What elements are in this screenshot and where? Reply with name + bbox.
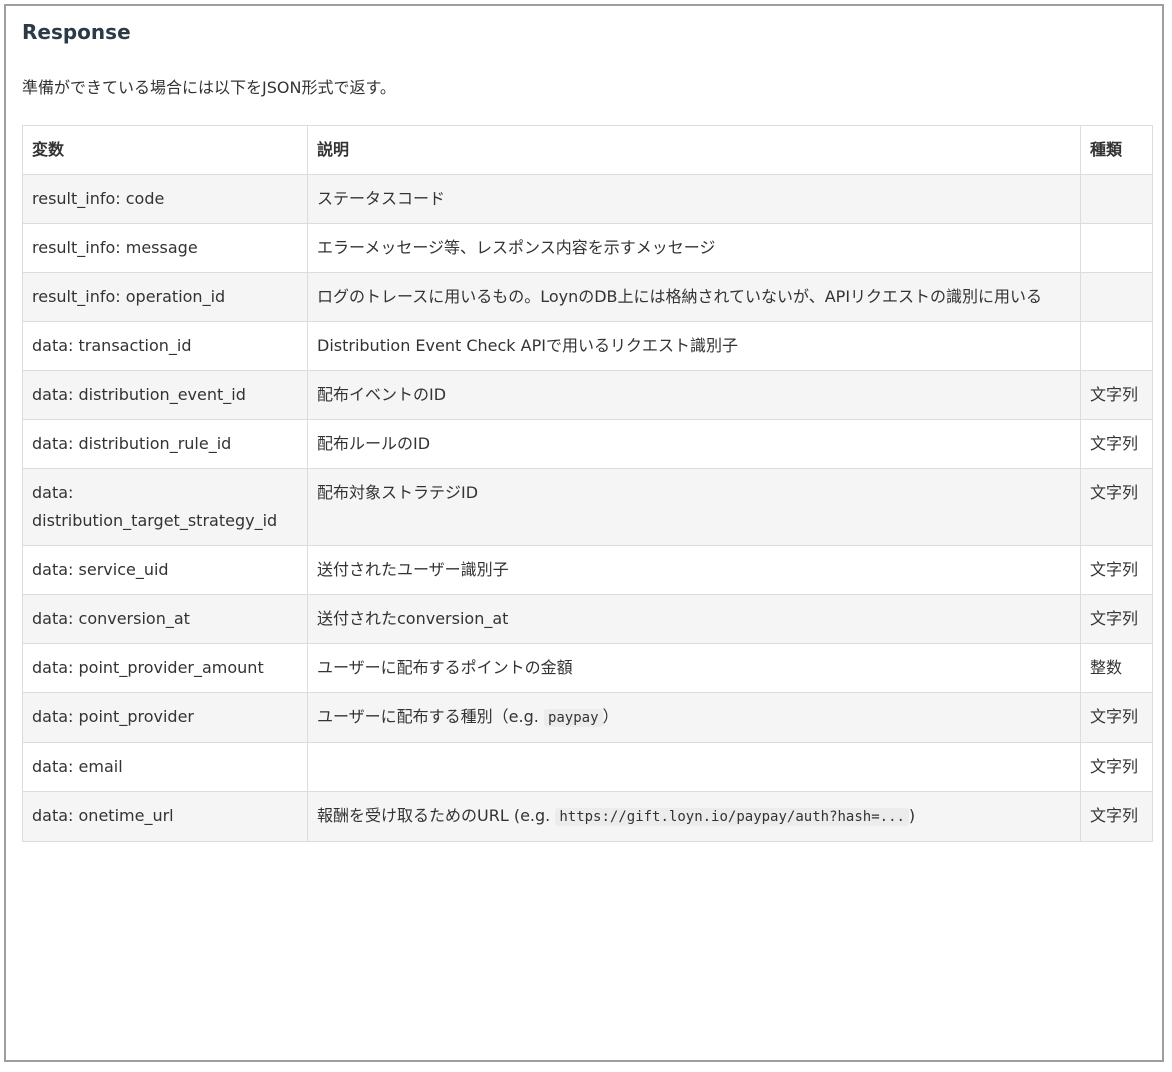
header-variable: 変数 xyxy=(22,125,308,175)
cell-variable: data: transaction_id xyxy=(22,321,308,371)
table-row: data: service_uid 送付されたユーザー識別子 文字列 xyxy=(22,545,1153,595)
table-row: data: point_provider ユーザーに配布する種別（e.g. pay… xyxy=(22,692,1153,743)
description-suffix: ) xyxy=(908,806,916,825)
cell-type xyxy=(1080,272,1153,322)
table-row: data: point_provider_amount ユーザーに配布するポイント… xyxy=(22,643,1153,693)
inline-code: https://gift.loyn.io/paypay/auth?hash=..… xyxy=(555,808,909,826)
table-row: data: distribution_event_id 配布イベントのID 文字列 xyxy=(22,370,1153,420)
cell-description: 報酬を受け取るためのURL (e.g. https://gift.loyn.io… xyxy=(307,791,1081,842)
description-text: 配布ルールのID xyxy=(317,434,431,453)
cell-type: 整数 xyxy=(1080,643,1153,693)
description-text: ユーザーに配布するポイントの金額 xyxy=(317,658,573,677)
cell-description: 配布ルールのID xyxy=(307,419,1081,469)
description-text: 報酬を受け取るためのURL (e.g. xyxy=(317,806,556,825)
cell-variable: result_info: code xyxy=(22,174,308,224)
table-row: result_info: message エラーメッセージ等、レスポンス内容を示す… xyxy=(22,223,1153,273)
description-text: 配布イベントのID xyxy=(317,385,447,404)
cell-description: ユーザーに配布するポイントの金額 xyxy=(307,643,1081,693)
table-row: data: distribution_target_strategy_id 配布対… xyxy=(22,468,1153,546)
cell-variable: data: conversion_at xyxy=(22,594,308,644)
table-row: data: onetime_url 報酬を受け取るためのURL (e.g. htt… xyxy=(22,791,1153,842)
table-row: data: transaction_id Distribution Event C… xyxy=(22,321,1153,371)
description-text: ユーザーに配布する種別（e.g. xyxy=(317,707,544,726)
table-row: data: distribution_rule_id 配布ルールのID 文字列 xyxy=(22,419,1153,469)
cell-type: 文字列 xyxy=(1080,468,1153,546)
cell-variable: data: distribution_rule_id xyxy=(22,419,308,469)
table-row: result_info: code ステータスコード xyxy=(22,174,1153,224)
cell-description: 送付されたconversion_at xyxy=(307,594,1081,644)
cell-description: Distribution Event Check APIで用いるリクエスト識別子 xyxy=(307,321,1081,371)
header-description: 説明 xyxy=(307,125,1081,175)
response-panel: Response 準備ができている場合には以下をJSON形式で返す。 変数 説明… xyxy=(4,4,1164,1062)
table-body: result_info: code ステータスコード result_info: me… xyxy=(22,174,1153,842)
cell-description: エラーメッセージ等、レスポンス内容を示すメッセージ xyxy=(307,223,1081,273)
description-text: 送付されたユーザー識別子 xyxy=(317,560,509,579)
cell-description: 配布対象ストラテジID xyxy=(307,468,1081,546)
cell-variable: data: point_provider_amount xyxy=(22,643,308,693)
cell-type: 文字列 xyxy=(1080,419,1153,469)
cell-variable: data: distribution_target_strategy_id xyxy=(22,468,308,546)
cell-type: 文字列 xyxy=(1080,594,1153,644)
cell-description: ユーザーに配布する種別（e.g. paypay） xyxy=(307,692,1081,743)
table-header-row: 変数 説明 種類 xyxy=(22,125,1153,175)
description-text: 送付されたconversion_at xyxy=(317,609,509,628)
cell-variable: result_info: operation_id xyxy=(22,272,308,322)
table-row: data: conversion_at 送付されたconversion_at 文字列 xyxy=(22,594,1153,644)
inline-code: paypay xyxy=(543,709,603,727)
cell-type: 文字列 xyxy=(1080,692,1153,743)
cell-variable: data: onetime_url xyxy=(22,791,308,842)
description-text: ログのトレースに用いるもの。LoynのDB上には格納されていないが、APIリクエ… xyxy=(317,287,1043,306)
cell-type: 文字列 xyxy=(1080,545,1153,595)
cell-description: ログのトレースに用いるもの。LoynのDB上には格納されていないが、APIリクエ… xyxy=(307,272,1081,322)
cell-type: 文字列 xyxy=(1080,742,1153,792)
cell-variable: data: service_uid xyxy=(22,545,308,595)
response-table: 変数 説明 種類 result_info: code ステータスコード result… xyxy=(22,125,1153,842)
cell-variable: data: email xyxy=(22,742,308,792)
description-suffix: ） xyxy=(602,707,619,726)
cell-type: 文字列 xyxy=(1080,791,1153,842)
cell-type xyxy=(1080,174,1153,224)
table-row: data: email 文字列 xyxy=(22,742,1153,792)
cell-type xyxy=(1080,321,1153,371)
cell-description: 配布イベントのID xyxy=(307,370,1081,420)
cell-variable: data: distribution_event_id xyxy=(22,370,308,420)
description-text: Distribution Event Check APIで用いるリクエスト識別子 xyxy=(317,336,738,355)
section-intro: 準備ができている場合には以下をJSON形式で返す。 xyxy=(22,78,396,97)
description-text: 配布対象ストラテジID xyxy=(317,483,479,502)
cell-type: 文字列 xyxy=(1080,370,1153,420)
cell-variable: data: point_provider xyxy=(22,692,308,743)
description-text: ステータスコード xyxy=(317,189,446,208)
cell-variable: result_info: message xyxy=(22,223,308,273)
cell-description: ステータスコード xyxy=(307,174,1081,224)
table-row: result_info: operation_id ログのトレースに用いるもの。L… xyxy=(22,272,1153,322)
section-title: Response xyxy=(22,20,131,44)
header-type: 種類 xyxy=(1080,125,1153,175)
cell-type xyxy=(1080,223,1153,273)
cell-description: 送付されたユーザー識別子 xyxy=(307,545,1081,595)
cell-description xyxy=(307,742,1081,792)
description-text: エラーメッセージ等、レスポンス内容を示すメッセージ xyxy=(317,238,716,257)
